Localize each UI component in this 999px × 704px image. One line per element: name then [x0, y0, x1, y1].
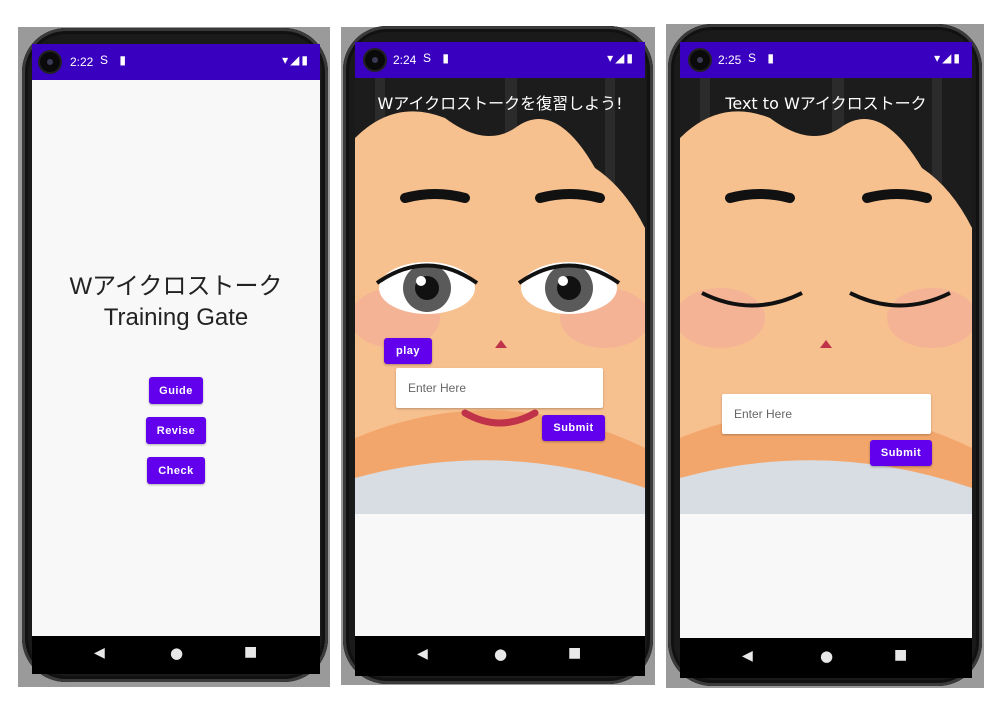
- recents-icon[interactable]: ■: [894, 647, 907, 663]
- navigation-bar: ◀ ● ■: [680, 638, 972, 678]
- status-signal-battery-icons: ▾◢▮: [607, 51, 635, 65]
- front-camera-icon: [40, 52, 60, 72]
- status-notification-icons: S ▮: [423, 51, 453, 65]
- guide-button[interactable]: Guide: [149, 377, 203, 404]
- status-time: 2:24: [393, 53, 417, 67]
- recents-icon[interactable]: ■: [568, 645, 581, 661]
- answer-input[interactable]: Enter Here: [396, 368, 603, 408]
- back-icon[interactable]: ◀: [417, 646, 428, 662]
- back-icon[interactable]: ◀: [742, 648, 753, 664]
- phone-1-frame: 2:22 S ▮ ▾◢▮ Wアイクロストーク Training Gate Gui…: [22, 28, 328, 682]
- revise-button[interactable]: Revise: [146, 417, 206, 444]
- navigation-bar: ◀ ● ■: [355, 636, 645, 676]
- submit-button[interactable]: Submit: [542, 415, 605, 441]
- screen-title: Wアイクロストークを復習しよう!: [377, 94, 623, 113]
- front-camera-icon: [690, 50, 710, 70]
- status-signal-battery-icons: ▾◢▮: [282, 53, 310, 67]
- home-icon[interactable]: ●: [820, 647, 833, 665]
- app-title-line1: Wアイクロストーク: [69, 273, 283, 300]
- phone-2-frame: 2:24 S ▮ ▾◢▮ Wアイクロストークを復習しよう! play Enter…: [343, 26, 653, 684]
- recents-icon[interactable]: ■: [244, 644, 257, 660]
- status-bar: 2:22 S ▮ ▾◢▮: [32, 44, 320, 80]
- home-icon[interactable]: ●: [494, 645, 507, 663]
- screen-2: 2:24 S ▮ ▾◢▮ Wアイクロストークを復習しよう! play Enter…: [355, 42, 645, 636]
- screen-1: 2:22 S ▮ ▾◢▮ Wアイクロストーク Training Gate Gui…: [32, 44, 320, 636]
- status-time: 2:22: [70, 55, 94, 69]
- navigation-bar: ◀ ● ■: [32, 636, 320, 674]
- screen-title: Text to Wアイクロストーク: [725, 94, 927, 113]
- submit-button[interactable]: Submit: [870, 440, 932, 466]
- front-camera-icon: [365, 50, 385, 70]
- status-signal-battery-icons: ▾◢▮: [934, 51, 962, 65]
- face-illustration-eyes-open: [355, 78, 645, 514]
- status-bar: 2:25 S ▮ ▾◢▮: [680, 42, 972, 78]
- text-input[interactable]: Enter Here: [722, 394, 931, 434]
- check-button[interactable]: Check: [147, 457, 205, 484]
- screen-3: 2:25 S ▮ ▾◢▮ Text to Wアイクロストーク Enter Her…: [680, 42, 972, 638]
- status-time: 2:25: [718, 53, 742, 67]
- status-notification-icons: S ▮: [100, 53, 130, 67]
- play-button[interactable]: play: [384, 338, 432, 364]
- app-title-line2: Training Gate: [103, 304, 249, 331]
- back-icon[interactable]: ◀: [94, 645, 105, 661]
- home-icon[interactable]: ●: [170, 644, 183, 662]
- phone-3-frame: 2:25 S ▮ ▾◢▮ Text to Wアイクロストーク Enter Her…: [668, 24, 982, 686]
- status-bar: 2:24 S ▮ ▾◢▮: [355, 42, 645, 78]
- status-notification-icons: S ▮: [748, 51, 778, 65]
